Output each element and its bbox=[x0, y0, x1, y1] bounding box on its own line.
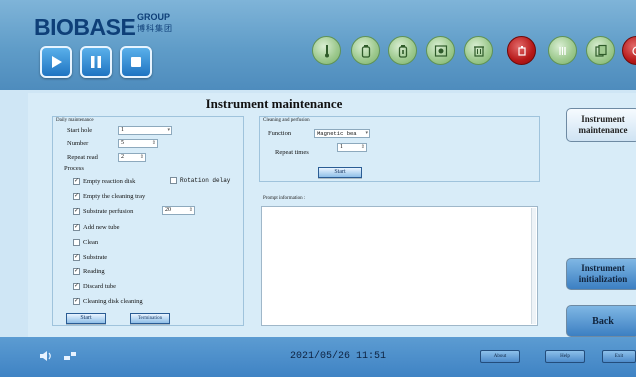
copy-icon bbox=[594, 44, 607, 57]
spin-arrows-icon: ⇕ bbox=[360, 145, 365, 150]
prompt-scrollbar[interactable] bbox=[531, 208, 536, 324]
instrument-maintenance-button[interactable]: Instrument maintenance bbox=[566, 108, 636, 142]
network-icon[interactable] bbox=[62, 348, 78, 364]
daily-maintenance-title: Daily maintenance bbox=[56, 118, 94, 123]
instrument-initialization-line2: initialization bbox=[578, 274, 628, 284]
prompt-information-label: Prompt information : bbox=[263, 196, 306, 201]
help-button[interactable]: Help bbox=[545, 350, 585, 363]
process-checkbox[interactable] bbox=[73, 239, 80, 246]
function-label: Function bbox=[268, 130, 292, 137]
start-hole-value: 1 bbox=[121, 127, 124, 133]
cleaning-perfusion-title: Cleaning and perfusion bbox=[263, 118, 310, 123]
repeat-times-spinbox[interactable]: 1 ⇕ bbox=[337, 143, 367, 152]
spin-arrows-icon: ⇕ bbox=[151, 141, 156, 146]
header: BIOBASE GROUP 博科集团 bbox=[0, 0, 636, 90]
number-label: Number bbox=[67, 140, 89, 147]
status-bar: 2021/05/26 11:51 About Help Exit bbox=[0, 337, 636, 377]
process-item-label: Empty the cleaning tray bbox=[83, 193, 146, 200]
process-item-label: Discard tube bbox=[83, 283, 117, 290]
tool-alarm-button[interactable] bbox=[507, 36, 536, 65]
play-icon bbox=[52, 56, 62, 68]
process-checkbox[interactable]: ✓ bbox=[73, 193, 80, 200]
repeat-read-value: 2 bbox=[121, 154, 124, 160]
back-label: Back bbox=[592, 315, 614, 327]
spin-arrows-icon: ⇕ bbox=[139, 155, 144, 160]
stop-button[interactable] bbox=[120, 46, 152, 78]
process-checkbox[interactable]: ✓ bbox=[73, 208, 80, 215]
number-spinbox[interactable]: 5 ⇕ bbox=[118, 139, 158, 148]
tool-probe-button[interactable] bbox=[312, 36, 341, 65]
process-checkbox[interactable]: ✓ bbox=[73, 254, 80, 261]
process-label: Process bbox=[64, 165, 84, 172]
pause-icon bbox=[91, 56, 101, 68]
substrate-perfusion-spinbox[interactable]: 20 ⇕ bbox=[162, 206, 195, 215]
tool-bottle-2-button[interactable] bbox=[388, 36, 417, 65]
spin-arrows-icon: ⇕ bbox=[188, 208, 193, 213]
process-item-label: Substrate perfusion bbox=[83, 208, 134, 215]
instrument-initialization-button[interactable]: Instrument initialization bbox=[566, 258, 636, 290]
speaker-icon[interactable] bbox=[38, 348, 54, 364]
start-hole-label: Start hole bbox=[67, 127, 93, 134]
process-checkbox[interactable]: ✓ bbox=[73, 298, 80, 305]
repeat-times-label: Repeat times bbox=[275, 149, 309, 156]
rack-icon bbox=[434, 44, 447, 57]
process-checkbox[interactable]: ✓ bbox=[73, 268, 80, 275]
chevron-down-icon: ▾ bbox=[365, 130, 368, 136]
instrument-initialization-line1: Instrument bbox=[581, 263, 625, 273]
alarm-icon bbox=[517, 45, 526, 56]
pause-button[interactable] bbox=[80, 46, 112, 78]
datetime: 2021/05/26 11:51 bbox=[290, 351, 387, 362]
repeat-times-value: 1 bbox=[340, 144, 343, 150]
probe-icon bbox=[324, 44, 329, 57]
number-value: 5 bbox=[121, 140, 124, 146]
function-select[interactable]: Magnetic bea ▾ bbox=[314, 129, 370, 138]
stop-icon bbox=[131, 57, 141, 67]
process-item-label: Cleaning disk cleaning bbox=[83, 298, 143, 305]
tool-power-button[interactable] bbox=[622, 36, 636, 65]
tool-barcode-button[interactable] bbox=[548, 36, 577, 65]
process-item-label: Empty reaction disk bbox=[83, 178, 136, 185]
process-checkbox[interactable]: ✓ bbox=[73, 283, 80, 290]
logo-group: GROUP bbox=[137, 12, 171, 22]
chevron-down-icon: ▾ bbox=[167, 128, 170, 133]
daily-start-button[interactable]: Start bbox=[66, 313, 106, 324]
process-item-label: Clean bbox=[83, 239, 99, 246]
waste-icon bbox=[473, 45, 484, 57]
page-title: Instrument maintenance bbox=[205, 96, 343, 111]
function-value: Magnetic bea bbox=[317, 130, 357, 137]
process-checkbox[interactable]: ✓ bbox=[73, 224, 80, 231]
tool-copy-button[interactable] bbox=[586, 36, 615, 65]
process-checkbox[interactable]: ✓ bbox=[73, 178, 80, 185]
bottle-icon bbox=[398, 44, 407, 58]
logo-cn: 博科集团 bbox=[137, 24, 173, 33]
process-item-label: Substrate bbox=[83, 254, 108, 261]
repeat-read-spinbox[interactable]: 2 ⇕ bbox=[118, 153, 146, 162]
barcode-icon bbox=[558, 46, 566, 55]
about-button[interactable]: About bbox=[480, 350, 520, 363]
rotation-delay-label: Rotation delay bbox=[180, 177, 231, 184]
exit-button[interactable]: Exit bbox=[602, 350, 636, 363]
process-item-label: Add new tube bbox=[83, 224, 120, 231]
tool-sample-rack-button[interactable] bbox=[426, 36, 455, 65]
prompt-information-textarea[interactable] bbox=[261, 206, 538, 326]
cleaning-start-button[interactable]: Start bbox=[318, 167, 362, 178]
play-button[interactable] bbox=[40, 46, 72, 78]
start-hole-select[interactable]: 1 ▾ bbox=[118, 126, 172, 135]
tool-bottle-1-button[interactable] bbox=[351, 36, 380, 65]
instrument-maintenance-line1: Instrument bbox=[581, 114, 625, 124]
repeat-read-label: Repeat read bbox=[67, 154, 98, 161]
instrument-maintenance-line2: maintenance bbox=[578, 125, 628, 135]
process-item-label: Reading bbox=[83, 268, 105, 275]
back-button[interactable]: Back bbox=[566, 305, 636, 337]
termination-button[interactable]: Termination bbox=[130, 313, 170, 324]
rotation-delay-checkbox[interactable] bbox=[170, 177, 177, 184]
tool-waste-button[interactable] bbox=[464, 36, 493, 65]
logo-text: BIOBASE bbox=[34, 14, 136, 40]
bottle-icon bbox=[361, 44, 370, 58]
substrate-perfusion-value: 20 bbox=[165, 207, 171, 213]
power-icon bbox=[631, 45, 636, 56]
